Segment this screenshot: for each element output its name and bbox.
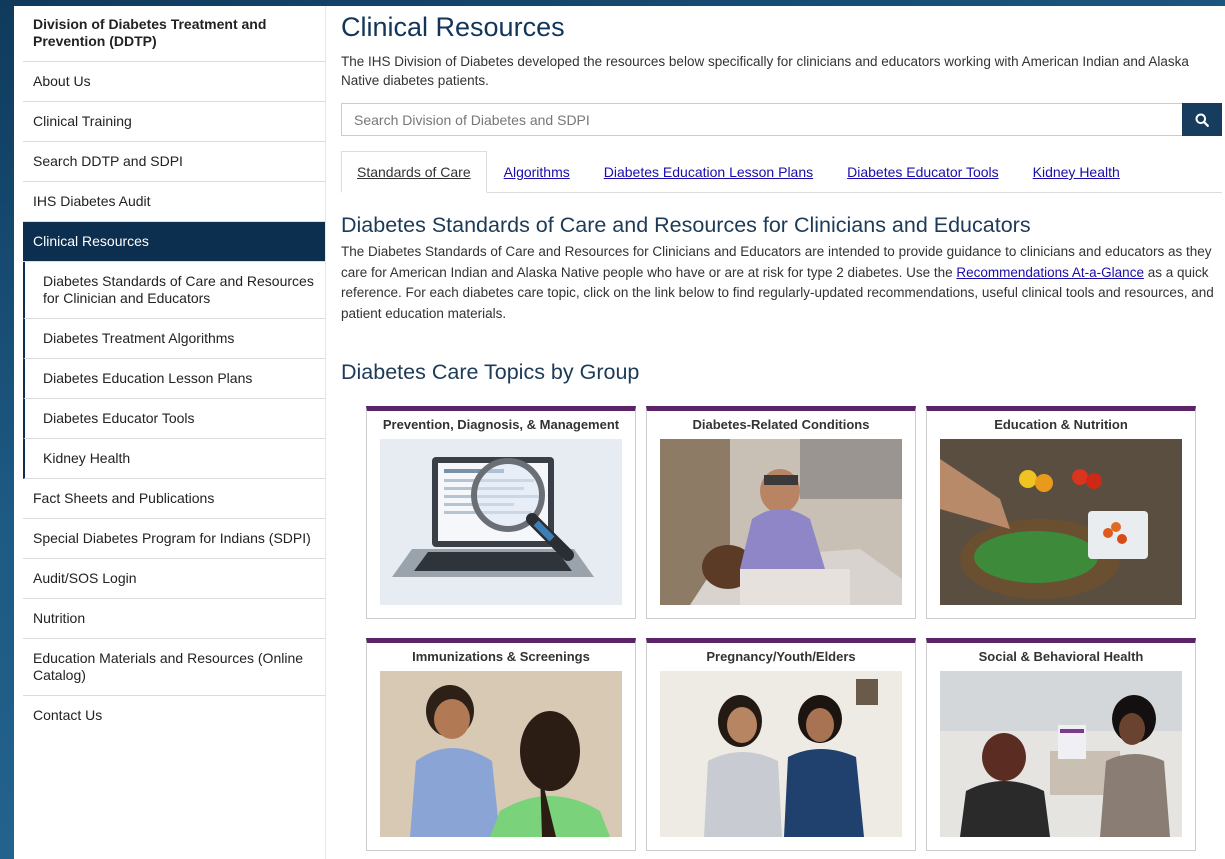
page-title: Clinical Resources (341, 12, 565, 42)
dental-exam-image (660, 439, 902, 605)
recommendations-link[interactable]: Recommendations At-a-Glance (956, 265, 1144, 280)
sidebar-item-nutrition[interactable]: Nutrition (23, 599, 325, 639)
family-portrait-image (660, 671, 902, 837)
search-input[interactable] (341, 103, 1182, 136)
page: Division of Diabetes Treatment and Preve… (14, 6, 1225, 859)
topic-card-education-nutrition[interactable]: Education & Nutrition (926, 406, 1196, 619)
sidebar-item-about-us[interactable]: About Us (23, 62, 325, 102)
topic-card-pregnancy-youth-elders[interactable]: Pregnancy/Youth/Elders (646, 638, 916, 851)
tab-kidney-health[interactable]: Kidney Health (1016, 151, 1137, 192)
sidebar-item-diabetes-audit[interactable]: IHS Diabetes Audit (23, 182, 325, 222)
tab-educator-tools[interactable]: Diabetes Educator Tools (830, 151, 1016, 192)
tab-standards-of-care[interactable]: Standards of Care (341, 151, 487, 193)
sidebar-subitem-lesson-plans[interactable]: Diabetes Education Lesson Plans (23, 359, 325, 399)
topic-card-immunizations[interactable]: Immunizations & Screenings (366, 638, 636, 851)
card-title: Social & Behavioral Health (978, 649, 1144, 664)
counseling-session-image (940, 671, 1182, 837)
sidebar-item-contact-us[interactable]: Contact Us (23, 696, 325, 735)
search-icon (1195, 113, 1209, 127)
topic-card-prevention[interactable]: Prevention, Diagnosis, & Management (366, 406, 636, 619)
topics-grid: Prevention, Diagnosis, & Management Diab… (366, 406, 1196, 851)
card-title: Diabetes-Related Conditions (692, 417, 870, 432)
sidebar-item-sdpi[interactable]: Special Diabetes Program for Indians (SD… (23, 519, 325, 559)
card-title: Immunizations & Screenings (412, 649, 590, 664)
sidebar-item-education-materials[interactable]: Education Materials and Resources (Onlin… (23, 639, 325, 696)
laptop-magnifier-image (380, 439, 622, 605)
sidebar-item-clinical-training[interactable]: Clinical Training (23, 102, 325, 142)
section-title: Diabetes Standards of Care and Resources… (341, 213, 1031, 237)
sidebar-item-audit-login[interactable]: Audit/SOS Login (23, 559, 325, 599)
sidebar-item-clinical-resources[interactable]: Clinical Resources (23, 222, 325, 262)
card-title: Pregnancy/Youth/Elders (706, 649, 856, 664)
card-title: Education & Nutrition (994, 417, 1128, 432)
search-bar (341, 103, 1222, 136)
topic-card-social-behavioral[interactable]: Social & Behavioral Health (926, 638, 1196, 851)
tab-lesson-plans[interactable]: Diabetes Education Lesson Plans (587, 151, 830, 192)
nurse-patient-image (380, 671, 622, 837)
section-description: The Diabetes Standards of Care and Resou… (341, 242, 1225, 324)
sidebar-nav: Division of Diabetes Treatment and Preve… (14, 6, 326, 859)
sidebar-subitem-educator-tools[interactable]: Diabetes Educator Tools (23, 399, 325, 439)
topic-card-related-conditions[interactable]: Diabetes-Related Conditions (646, 406, 916, 619)
intro-text: The IHS Division of Diabetes developed t… (341, 54, 1189, 88)
search-button[interactable] (1182, 103, 1222, 136)
sidebar-item-search-ddtp[interactable]: Search DDTP and SDPI (23, 142, 325, 182)
sidebar-subitem-kidney-health[interactable]: Kidney Health (23, 439, 325, 479)
tab-bar: Standards of Care Algorithms Diabetes Ed… (341, 151, 1222, 193)
sidebar-title-ddtp[interactable]: Division of Diabetes Treatment and Preve… (23, 6, 325, 62)
main-content: Clinical Resources The IHS Division of D… (326, 6, 1225, 859)
tab-algorithms[interactable]: Algorithms (487, 151, 587, 192)
topics-title: Diabetes Care Topics by Group (341, 360, 640, 384)
sidebar-item-fact-sheets[interactable]: Fact Sheets and Publications (23, 479, 325, 519)
card-title: Prevention, Diagnosis, & Management (382, 417, 620, 432)
sidebar-subitem-treatment-algorithms[interactable]: Diabetes Treatment Algorithms (23, 319, 325, 359)
sidebar-subitem-standards-of-care[interactable]: Diabetes Standards of Care and Resources… (23, 262, 325, 319)
vegetable-market-image (940, 439, 1182, 605)
